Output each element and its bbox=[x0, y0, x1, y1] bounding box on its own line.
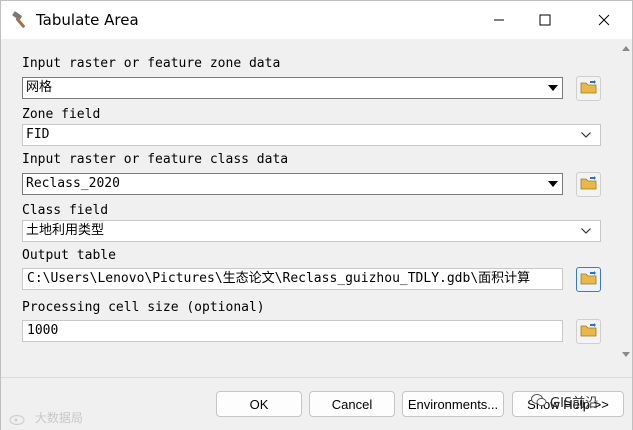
window-title: Tabulate Area bbox=[36, 11, 139, 29]
class-field-label: Class field bbox=[22, 203, 109, 218]
input-zone-label: Input raster or feature zone data bbox=[22, 56, 281, 71]
input-class-value: Reclass_2020 bbox=[26, 176, 120, 191]
input-class-browse-button[interactable] bbox=[576, 172, 601, 197]
zone-field-label: Zone field bbox=[22, 107, 101, 122]
input-zone-combobox[interactable]: 网格 bbox=[22, 77, 563, 99]
environments-button[interactable]: Environments... bbox=[402, 391, 504, 417]
chevron-down-icon bbox=[578, 222, 594, 240]
open-folder-icon bbox=[580, 79, 598, 99]
zone-field-select[interactable]: FID bbox=[22, 124, 601, 146]
hammer-icon bbox=[11, 10, 31, 30]
class-field-select[interactable]: 土地利用类型 bbox=[22, 220, 601, 242]
output-table-value: C:\Users\Lenovo\Pictures\生态论文\Reclass_gu… bbox=[27, 271, 531, 286]
minimize-icon bbox=[493, 14, 505, 26]
cell-size-label: Processing cell size (optional) bbox=[22, 300, 265, 315]
open-folder-icon bbox=[580, 270, 598, 290]
output-table-label: Output table bbox=[22, 248, 116, 263]
close-icon bbox=[598, 14, 610, 26]
output-table-input[interactable]: C:\Users\Lenovo\Pictures\生态论文\Reclass_gu… bbox=[22, 268, 563, 290]
cell-size-input[interactable]: 1000 bbox=[22, 320, 563, 342]
close-button[interactable] bbox=[581, 1, 627, 39]
minimize-button[interactable] bbox=[476, 1, 522, 39]
input-class-label: Input raster or feature class data bbox=[22, 152, 289, 167]
zone-field-value: FID bbox=[26, 127, 50, 142]
title-bar[interactable]: Tabulate Area bbox=[1, 1, 632, 39]
open-folder-icon bbox=[580, 322, 598, 342]
input-zone-value: 网格 bbox=[26, 80, 53, 95]
scroll-up-icon[interactable] bbox=[621, 43, 630, 53]
vertical-scrollbar[interactable] bbox=[619, 39, 632, 377]
scroll-down-icon[interactable] bbox=[621, 349, 630, 359]
maximize-icon bbox=[539, 14, 551, 26]
weibo-logo-icon bbox=[9, 413, 31, 425]
output-table-browse-button[interactable] bbox=[576, 267, 601, 292]
maximize-button[interactable] bbox=[522, 1, 568, 39]
parameter-panel: Input raster or feature zone data 网格 Zon… bbox=[1, 39, 619, 377]
watermark-right: GIS前沿 bbox=[531, 392, 598, 411]
cell-size-value: 1000 bbox=[27, 323, 59, 338]
chevron-down-icon bbox=[578, 126, 594, 144]
chevron-down-icon[interactable] bbox=[545, 175, 561, 193]
watermark-left: 大数据局 bbox=[9, 409, 83, 426]
wechat-logo-icon bbox=[531, 393, 547, 411]
watermark-right-text: GIS前沿 bbox=[550, 396, 599, 411]
cancel-button[interactable]: Cancel bbox=[309, 391, 395, 417]
tabulate-area-dialog: Tabulate Area Input raster or feature zo… bbox=[0, 0, 633, 430]
cell-size-browse-button[interactable] bbox=[576, 319, 601, 344]
class-field-value: 土地利用类型 bbox=[26, 223, 105, 238]
input-class-combobox[interactable]: Reclass_2020 bbox=[22, 173, 563, 195]
chevron-down-icon[interactable] bbox=[545, 79, 561, 97]
input-zone-browse-button[interactable] bbox=[576, 76, 601, 101]
ok-button[interactable]: OK bbox=[216, 391, 302, 417]
open-folder-icon bbox=[580, 175, 598, 195]
watermark-left-text: 大数据局 bbox=[34, 411, 83, 425]
